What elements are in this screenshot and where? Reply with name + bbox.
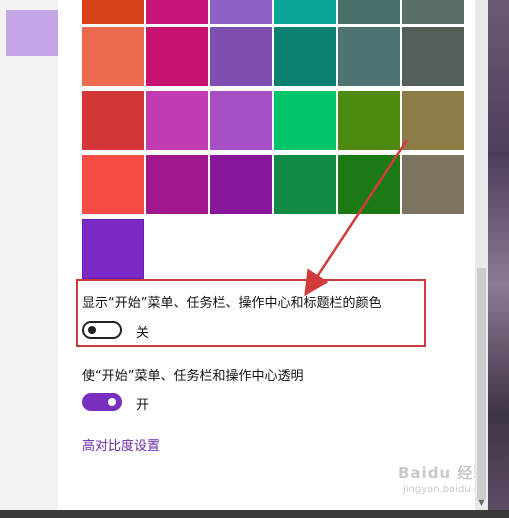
color-swatch[interactable] [402,0,464,24]
color-swatch[interactable] [402,91,464,150]
color-swatch[interactable] [210,91,272,150]
scrollbar-thumb[interactable] [477,268,486,500]
toggle-knob [88,326,96,334]
annotation-highlight-box [76,279,426,347]
color-swatch[interactable] [146,0,208,24]
color-swatch[interactable] [82,155,144,214]
color-swatch[interactable] [82,27,144,86]
high-contrast-settings-link[interactable]: 高对比度设置 [82,435,160,454]
color-swatch[interactable] [146,155,208,214]
color-swatch[interactable] [274,27,336,86]
color-swatch[interactable] [338,0,400,24]
color-swatch[interactable] [146,91,208,150]
color-swatch[interactable] [402,155,464,214]
scroll-down-arrow-icon[interactable]: ▼ [476,498,487,508]
color-swatch[interactable] [338,91,400,150]
show-color-label: 显示“开始”菜单、任务栏、操作中心和标题栏的颜色 [82,296,382,311]
color-swatch[interactable] [82,91,144,150]
transparency-toggle[interactable] [82,393,122,411]
desktop-background [488,0,509,518]
show-color-toggle[interactable] [82,321,122,339]
color-swatch[interactable] [274,155,336,214]
transparency-label: 使“开始”菜单、任务栏和操作中心透明 [82,369,304,384]
color-swatch[interactable] [210,27,272,86]
color-swatch[interactable] [82,0,144,24]
color-swatch[interactable] [210,0,272,24]
color-swatch[interactable] [146,27,208,86]
color-swatch[interactable] [402,27,464,86]
taskbar-edge [0,510,509,518]
color-swatch[interactable] [338,27,400,86]
color-swatch[interactable] [274,91,336,150]
left-navigation-pane [0,0,58,510]
color-swatch[interactable] [338,155,400,214]
transparency-state: 开 [136,398,150,413]
toggle-knob [108,398,116,406]
color-swatch[interactable] [274,0,336,24]
color-swatch[interactable] [210,155,272,214]
accent-color-tile [6,10,58,56]
selected-color-swatch[interactable] [82,219,144,279]
show-color-state: 关 [136,326,150,341]
